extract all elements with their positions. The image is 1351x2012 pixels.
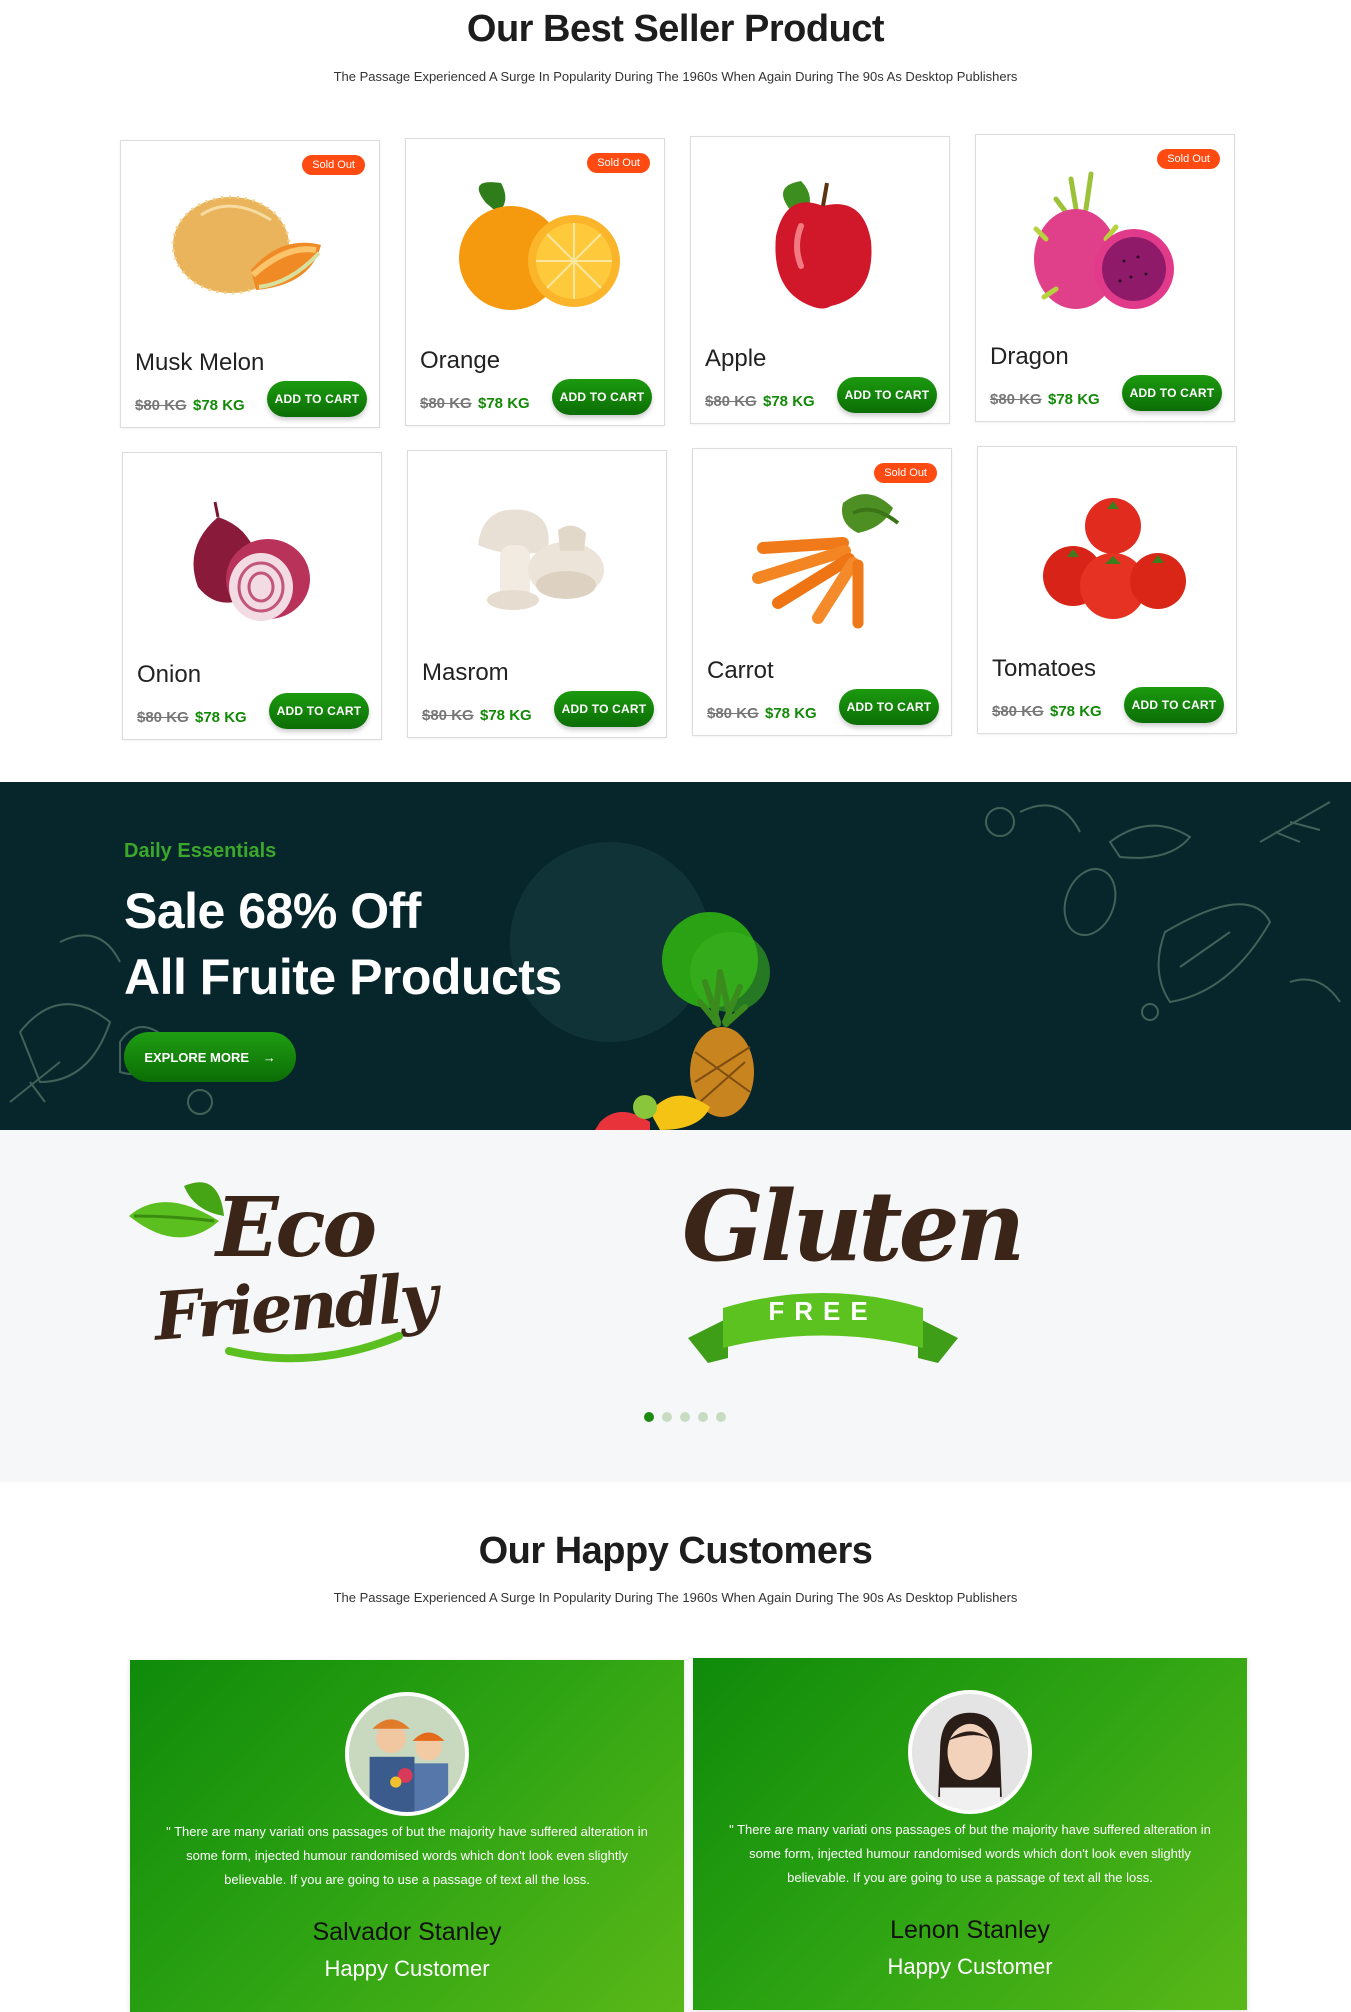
- sold-out-badge: Sold Out: [874, 463, 937, 483]
- orange-icon: [459, 182, 620, 310]
- old-price: $80 KG: [420, 395, 472, 412]
- carousel-dot-1[interactable]: [644, 1412, 654, 1422]
- promo-headline: Sale 68% Off All Fruite Products: [124, 878, 562, 1010]
- carousel-pagination: [644, 1412, 726, 1422]
- product-card[interactable]: Sold Out Orange $80 KG $78 KG ADD TO CAR…: [405, 138, 665, 426]
- customer-name: Lenon Stanley: [890, 1916, 1050, 1944]
- partner-logos-carousel: Eco Friendly Gluten FREE: [0, 1130, 1351, 1482]
- old-price: $80 KG: [422, 707, 474, 724]
- sold-out-badge: Sold Out: [302, 155, 365, 175]
- swoosh-icon: [225, 1332, 403, 1363]
- avatar: [908, 1690, 1032, 1814]
- product-card[interactable]: Sold Out Musk Melon $80 KG $78 KG ADD TO…: [120, 140, 380, 428]
- sale-price: $78 KG: [480, 707, 532, 724]
- sale-price: $78 KG: [1050, 703, 1102, 720]
- section-subtitle: The Passage Experienced A Surge In Popul…: [333, 1590, 1018, 1605]
- old-price: $80 KG: [990, 391, 1042, 408]
- add-to-cart-button[interactable]: ADD TO CART: [267, 381, 367, 417]
- product-card[interactable]: Sold Out Carrot $80 KG $78 KG ADD TO CAR…: [692, 448, 952, 736]
- sold-out-badge: Sold Out: [587, 153, 650, 173]
- sold-out-badge: Sold Out: [1157, 149, 1220, 169]
- product-name: Apple: [705, 345, 767, 372]
- add-to-cart-button[interactable]: ADD TO CART: [554, 691, 654, 727]
- customer-name: Salvador Stanley: [312, 1918, 502, 1946]
- product-name: Orange: [420, 347, 501, 374]
- fruit-basket-icon: [595, 969, 754, 1130]
- carousel-dot-3[interactable]: [680, 1412, 690, 1422]
- apple-icon: [775, 181, 872, 309]
- product-name: Musk Melon: [135, 349, 265, 376]
- promo-headline-line2: All Fruite Products: [124, 949, 562, 1005]
- add-to-cart-button[interactable]: ADD TO CART: [1122, 375, 1222, 411]
- gluten-free-word1: Gluten: [682, 1170, 1025, 1283]
- product-card[interactable]: Apple $80 KG $78 KG ADD TO CART: [690, 136, 950, 424]
- testimonials-section: Our Happy Customers The Passage Experien…: [0, 1482, 1351, 2012]
- old-price: $80 KG: [707, 705, 759, 722]
- product-card[interactable]: Sold Out Dragon $80 KG $78 KG ADD TO CAR…: [975, 134, 1235, 422]
- product-card[interactable]: Masrom $80 KG $78 KG ADD TO CART: [407, 450, 667, 738]
- product-card[interactable]: Tomatoes $80 KG $78 KG ADD TO CART: [977, 446, 1237, 734]
- gluten-free-logo[interactable]: Gluten FREE: [682, 1170, 1025, 1380]
- sale-price: $78 KG: [763, 393, 815, 410]
- sale-price: $78 KG: [478, 395, 530, 412]
- product-name: Masrom: [422, 659, 509, 686]
- customer-photo: [349, 1696, 465, 1812]
- add-to-cart-button[interactable]: ADD TO CART: [269, 693, 369, 729]
- dragon-fruit-icon: [1033, 171, 1174, 309]
- section-subtitle: The Passage Experienced A Surge In Popul…: [333, 69, 1018, 84]
- testimonial-quote: " There are many variati ons passages of…: [166, 1824, 648, 1887]
- promo-eyebrow: Daily Essentials: [124, 840, 277, 862]
- customer-role: Happy Customer: [887, 1954, 1053, 1979]
- product-name: Carrot: [707, 657, 774, 684]
- product-card[interactable]: Onion $80 KG $78 KG ADD TO CART: [122, 452, 382, 740]
- promo-banner: Daily Essentials Sale 68% Off All Fruite…: [0, 782, 1351, 1130]
- eco-friendly-logo[interactable]: Eco Friendly: [124, 1176, 437, 1376]
- testimonial-quote: " There are many variati ons passages of…: [729, 1822, 1211, 1885]
- gluten-free-word2: FREE: [768, 1296, 878, 1326]
- old-price: $80 KG: [135, 397, 187, 414]
- sale-price: $78 KG: [195, 709, 247, 726]
- section-title: Our Best Seller Product: [466, 8, 885, 50]
- add-to-cart-button[interactable]: ADD TO CART: [1124, 687, 1224, 723]
- ribbon-icon: [688, 1293, 958, 1363]
- avatar: [345, 1692, 469, 1816]
- carousel-dot-2[interactable]: [662, 1412, 672, 1422]
- tomato-icon: [1043, 498, 1186, 619]
- explore-more-button[interactable]: EXPLORE MORE →: [124, 1032, 296, 1082]
- carousel-dot-4[interactable]: [698, 1412, 708, 1422]
- product-name: Onion: [137, 661, 202, 688]
- customer-photo: [912, 1694, 1028, 1810]
- promo-headline-line1: Sale 68% Off: [124, 883, 421, 939]
- sale-price: $78 KG: [1048, 391, 1100, 408]
- product-name: Tomatoes: [992, 655, 1097, 682]
- mushroom-icon: [478, 509, 604, 610]
- carrot-icon: [752, 494, 900, 629]
- add-to-cart-button[interactable]: ADD TO CART: [837, 377, 937, 413]
- explore-more-label: EXPLORE MORE: [144, 1049, 250, 1065]
- eco-friendly-word1: Eco: [216, 1180, 377, 1276]
- melon-icon: [171, 195, 321, 295]
- add-to-cart-button[interactable]: ADD TO CART: [839, 689, 939, 725]
- add-to-cart-button[interactable]: ADD TO CART: [552, 379, 652, 415]
- carousel-dot-5[interactable]: [716, 1412, 726, 1422]
- sale-price: $78 KG: [193, 397, 245, 414]
- section-title: Our Happy Customers: [478, 1530, 873, 1572]
- product-name: Dragon: [990, 343, 1069, 370]
- onion-icon: [193, 501, 310, 621]
- testimonial-card: " There are many variati ons passages of…: [130, 1660, 684, 2012]
- arrow-right-icon: →: [262, 1049, 276, 1065]
- old-price: $80 KG: [137, 709, 189, 726]
- best-seller-section: Our Best Seller Product The Passage Expe…: [0, 0, 1351, 780]
- sale-price: $78 KG: [765, 705, 817, 722]
- old-price: $80 KG: [992, 703, 1044, 720]
- testimonial-card: " There are many variati ons passages of…: [693, 1658, 1247, 2010]
- customer-role: Happy Customer: [324, 1956, 490, 1981]
- old-price: $80 KG: [705, 393, 757, 410]
